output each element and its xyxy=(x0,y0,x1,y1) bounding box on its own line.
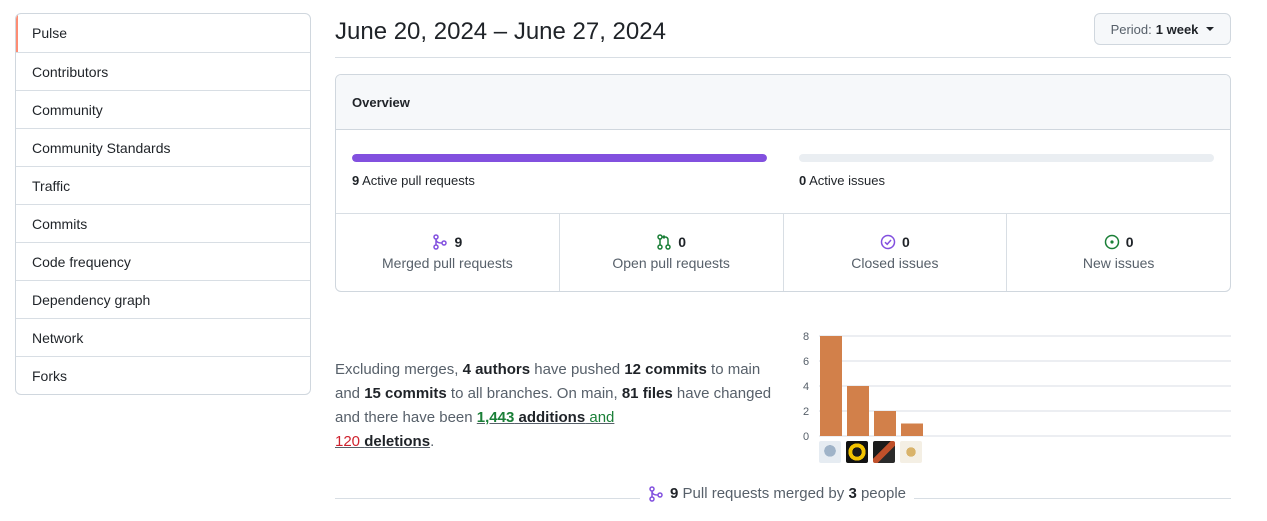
chart-y-tick-label: 4 xyxy=(803,381,809,393)
deletions-link[interactable]: 120 deletions xyxy=(335,433,430,450)
issues-progress-bar xyxy=(799,154,1214,162)
author-avatar-1[interactable] xyxy=(819,441,841,463)
overview-title: Overview xyxy=(336,75,1230,130)
chart-bar-author-4[interactable] xyxy=(901,423,923,437)
files-changed-count: 81 files xyxy=(621,385,673,402)
period-dropdown-button[interactable]: Period: 1 week xyxy=(1094,13,1231,45)
overview-panel: Overview 9 Active pull requests 0 Active… xyxy=(335,74,1231,292)
active-pull-requests-count: 9 xyxy=(352,173,360,188)
issue-closed-icon xyxy=(880,234,896,250)
issue-opened-icon xyxy=(1104,234,1119,250)
chart-y-tick-label: 0 xyxy=(803,431,809,443)
active-pull-requests-label: Active pull requests xyxy=(362,173,475,188)
period-prefix: Period: xyxy=(1110,21,1152,37)
sidebar-item-community[interactable]: Community xyxy=(16,90,310,128)
overview-stats: 9 Merged pull requests 0 Open pull reque… xyxy=(336,214,1230,291)
new-issues-count: 0 xyxy=(1125,234,1134,250)
merged-pull-requests-label: Merged pull requests xyxy=(382,255,513,271)
sidebar-item-network[interactable]: Network xyxy=(16,318,310,356)
closed-issues-label: Closed issues xyxy=(851,255,939,271)
closed-issues-count: 0 xyxy=(901,234,910,250)
sidebar-item-commits[interactable]: Commits xyxy=(16,204,310,242)
pull-requests-progress-fill xyxy=(352,154,767,162)
insights-sidebar: Pulse Contributors Community Community S… xyxy=(15,13,311,395)
stat-new-issues[interactable]: 0 New issues xyxy=(1006,214,1230,291)
git-pull-request-icon xyxy=(657,234,671,250)
commits-all-count: 15 commits xyxy=(364,385,447,402)
active-pull-requests-link[interactable]: 9 Active pull requests xyxy=(352,173,475,188)
sidebar-item-code-frequency[interactable]: Code frequency xyxy=(16,242,310,280)
chart-y-tick-label: 6 xyxy=(803,356,809,368)
sidebar-item-forks[interactable]: Forks xyxy=(16,356,310,394)
active-issues-label: Active issues xyxy=(809,173,886,188)
sidebar-item-dependency-graph[interactable]: Dependency graph xyxy=(16,280,310,318)
page-title: June 20, 2024 – June 27, 2024 xyxy=(335,18,666,45)
pull-requests-progress-bar xyxy=(352,154,767,162)
merged-pr-total: 9 xyxy=(670,485,679,502)
stat-merged-pull-requests[interactable]: 9 Merged pull requests xyxy=(336,214,559,291)
chart-y-tick-label: 2 xyxy=(803,406,809,418)
commit-summary: Excluding merges, 4 authors have pushed … xyxy=(335,361,772,450)
authors-count: 4 authors xyxy=(462,361,531,378)
chart-bar-author-2[interactable] xyxy=(847,386,869,436)
new-issues-label: New issues xyxy=(1082,255,1155,271)
stat-open-pull-requests[interactable]: 0 Open pull requests xyxy=(558,214,783,291)
merged-pull-requests-count: 9 xyxy=(454,234,463,250)
additions-link[interactable]: 1,443 additions and xyxy=(477,409,615,426)
chart-y-tick-label: 8 xyxy=(803,331,809,343)
author-avatar-4[interactable] xyxy=(900,441,922,463)
merged-pr-people-count: 3 xyxy=(848,485,857,502)
sidebar-item-pulse[interactable]: Pulse xyxy=(16,14,310,52)
commits-main-count: 12 commits xyxy=(624,361,707,378)
chart-bar-author-1[interactable] xyxy=(820,336,842,436)
chart-bar-author-3[interactable] xyxy=(874,411,896,436)
active-issues-link[interactable]: 0 Active issues xyxy=(799,173,885,188)
active-issues-count: 0 xyxy=(799,173,807,188)
open-pull-requests-count: 0 xyxy=(678,234,687,250)
merged-pull-requests-summary: 9 Pull requests merged by 3 people xyxy=(640,485,914,502)
sidebar-item-traffic[interactable]: Traffic xyxy=(16,166,310,204)
git-merge-icon xyxy=(433,234,448,250)
stat-closed-issues[interactable]: 0 Closed issues xyxy=(782,214,1007,291)
open-pull-requests-label: Open pull requests xyxy=(612,255,730,271)
author-avatar-3[interactable] xyxy=(873,441,895,463)
overview-bars: 9 Active pull requests 0 Active issues xyxy=(336,130,1230,214)
header-divider xyxy=(335,57,1231,58)
author-avatar-2[interactable] xyxy=(846,441,868,463)
period-value: 1 week xyxy=(1155,21,1199,37)
caret-down-icon xyxy=(1206,27,1215,31)
git-merge-icon xyxy=(649,485,663,502)
sidebar-item-community-standards[interactable]: Community Standards xyxy=(16,128,310,166)
sidebar-item-contributors[interactable]: Contributors xyxy=(16,52,310,90)
